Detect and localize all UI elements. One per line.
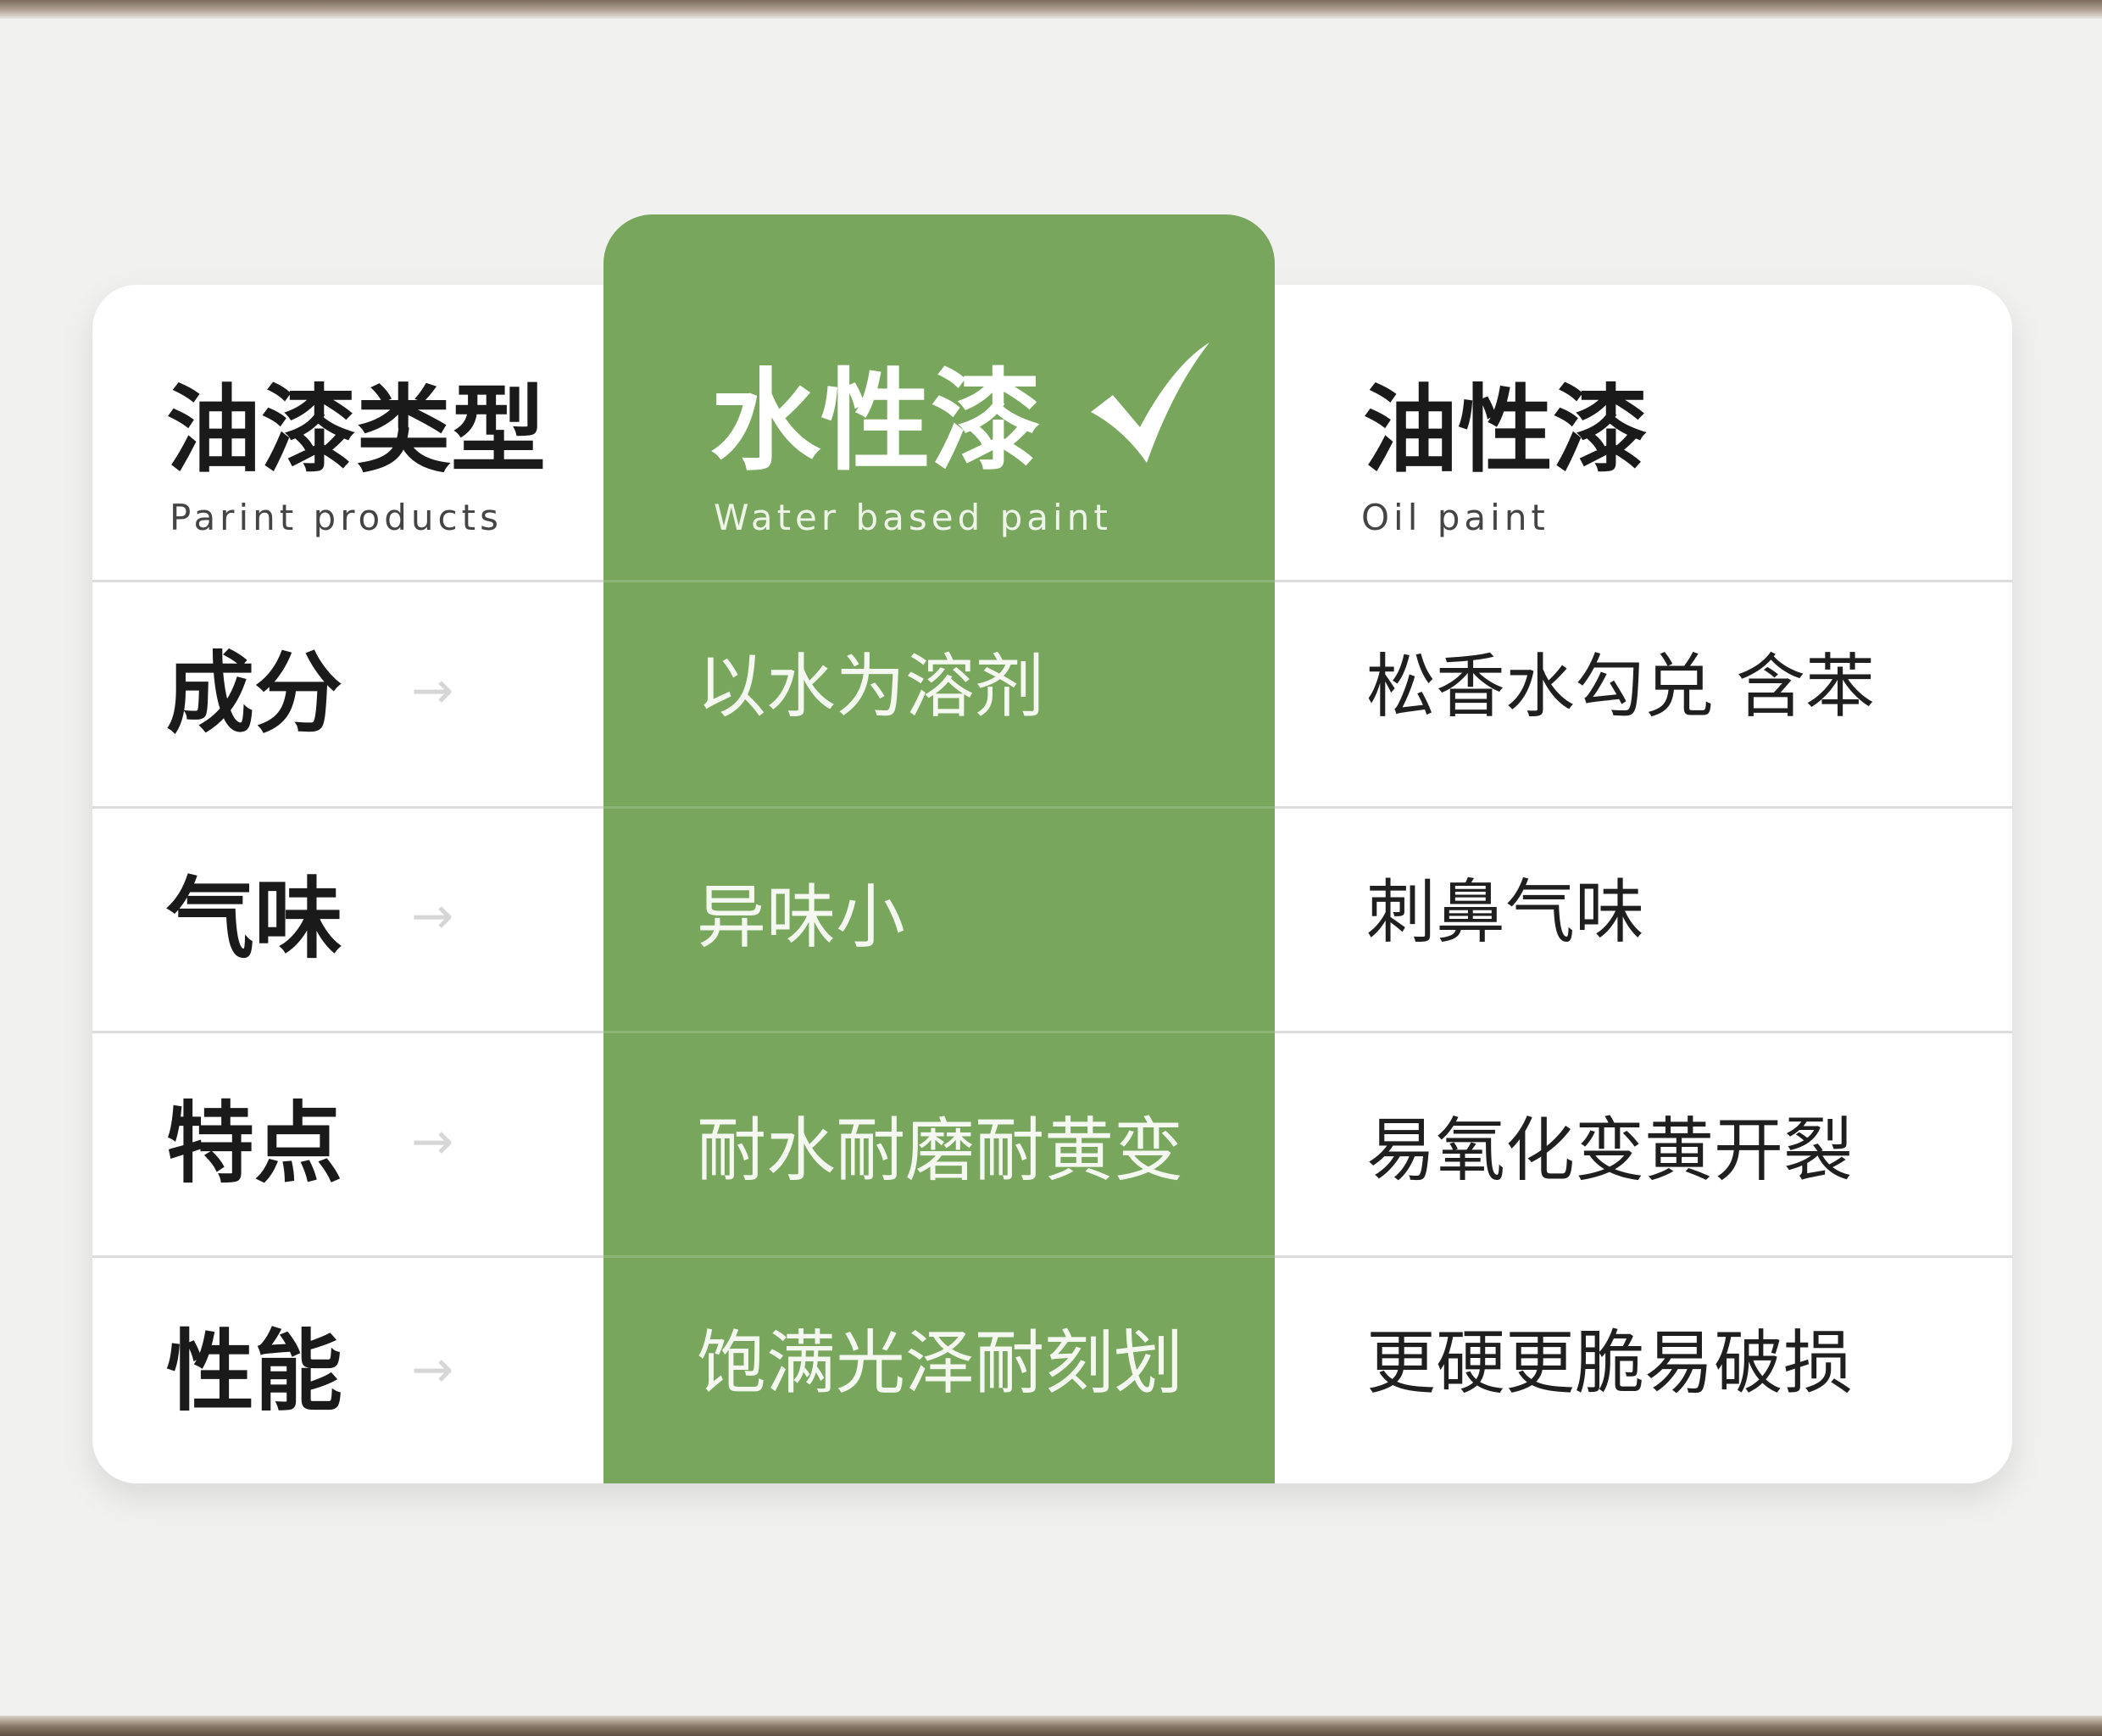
row-divider <box>1275 580 2012 582</box>
water-performance-cell: 饱满光泽耐刻划 <box>697 1323 1184 1404</box>
frame-top-border <box>0 0 2102 19</box>
row-divider <box>603 1031 1275 1033</box>
arrow-right-icon: → <box>411 1112 454 1171</box>
water-paint-subheading: Water based paint <box>714 497 1112 538</box>
paint-type-heading: 油漆类型 <box>166 375 546 486</box>
row-divider <box>92 580 603 582</box>
arrow-right-icon: → <box>411 1340 454 1399</box>
checkmark-icon <box>1091 342 1209 463</box>
row-label-odor: 气味 <box>166 866 343 971</box>
row-divider <box>603 580 1275 582</box>
row-divider <box>1275 1031 2012 1033</box>
row-divider <box>1275 806 2012 809</box>
row-divider <box>1275 1255 2012 1258</box>
row-label-ingredients: 成分 <box>166 641 343 745</box>
paint-type-subheading: Parint products <box>170 497 503 538</box>
water-odor-cell: 异味小 <box>697 877 906 958</box>
oil-ingredients-cell: 松香水勾兑 含苯 <box>1366 647 1876 727</box>
arrow-right-icon: → <box>411 661 454 721</box>
frame-bottom-border <box>0 1716 2102 1736</box>
arrow-right-icon: → <box>411 887 454 946</box>
water-ingredients-cell: 以水为溶剂 <box>697 647 1045 727</box>
row-label-features: 特点 <box>166 1091 343 1195</box>
row-divider <box>92 806 603 809</box>
row-divider <box>92 1031 603 1033</box>
oil-features-cell: 易氧化变黄开裂 <box>1366 1110 1854 1191</box>
water-paint-heading: 水性漆 <box>710 356 1042 486</box>
oil-paint-heading: 油性漆 <box>1363 375 1648 486</box>
oil-paint-subheading: Oil paint <box>1361 497 1549 538</box>
row-divider <box>603 1255 1275 1258</box>
oil-performance-cell: 更硬更脆易破损 <box>1366 1323 1854 1404</box>
row-label-performance: 性能 <box>166 1319 343 1423</box>
oil-odor-cell: 刺鼻气味 <box>1366 872 1645 953</box>
row-divider <box>603 806 1275 809</box>
water-features-cell: 耐水耐磨耐黄变 <box>697 1110 1184 1191</box>
row-divider <box>92 1255 603 1258</box>
